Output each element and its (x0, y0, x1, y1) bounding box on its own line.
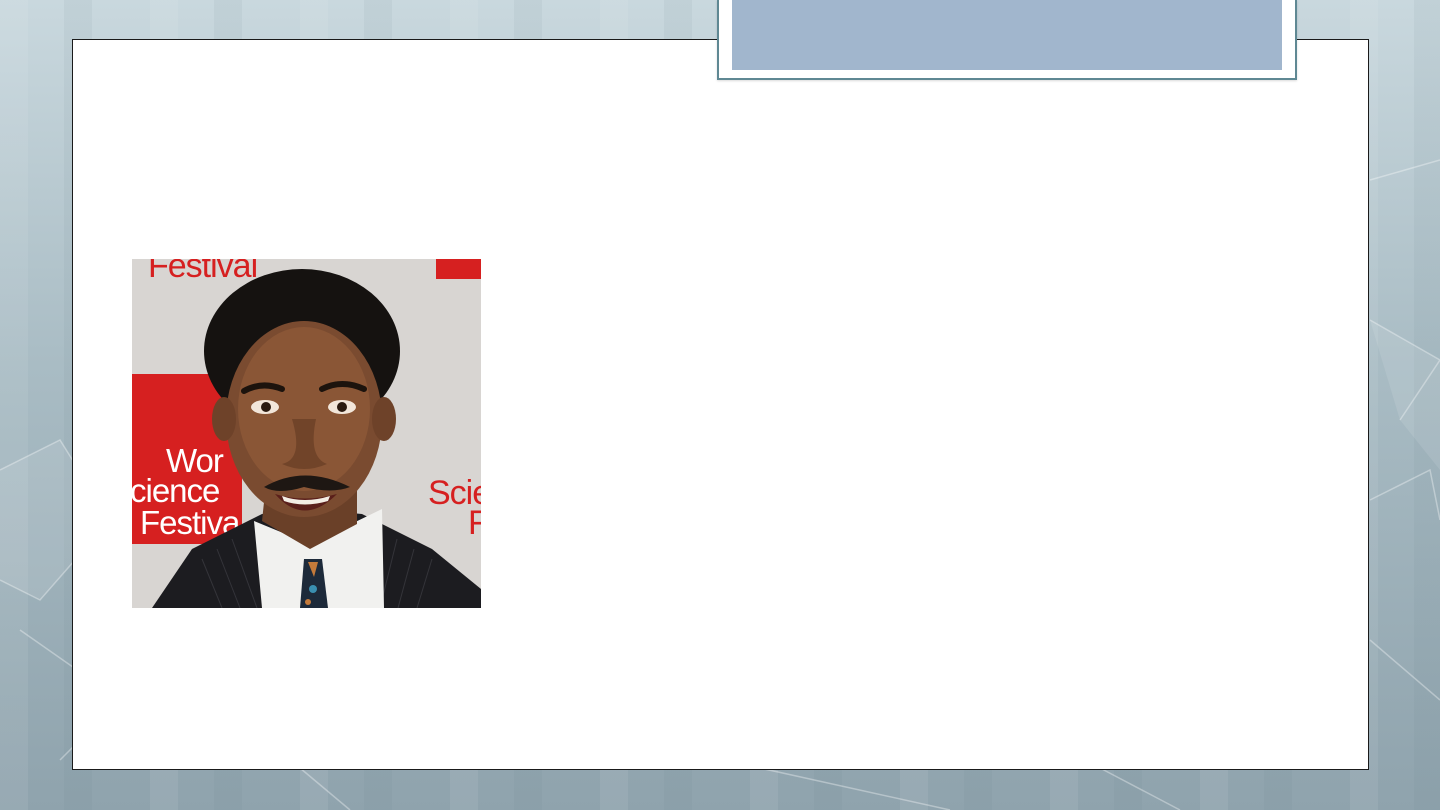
slide-title-placeholder[interactable] (717, 0, 1297, 80)
presentation-background: Festival Wor cience Festiva Scie F (0, 0, 1440, 810)
backdrop-text-right-2: F (468, 504, 481, 542)
backdrop-text-top: Festival (148, 259, 257, 285)
portrait-illustration: Festival Wor cience Festiva Scie F (132, 259, 481, 608)
portrait-photo[interactable]: Festival Wor cience Festiva Scie F (132, 259, 481, 608)
slide-title-fill (732, 0, 1282, 70)
